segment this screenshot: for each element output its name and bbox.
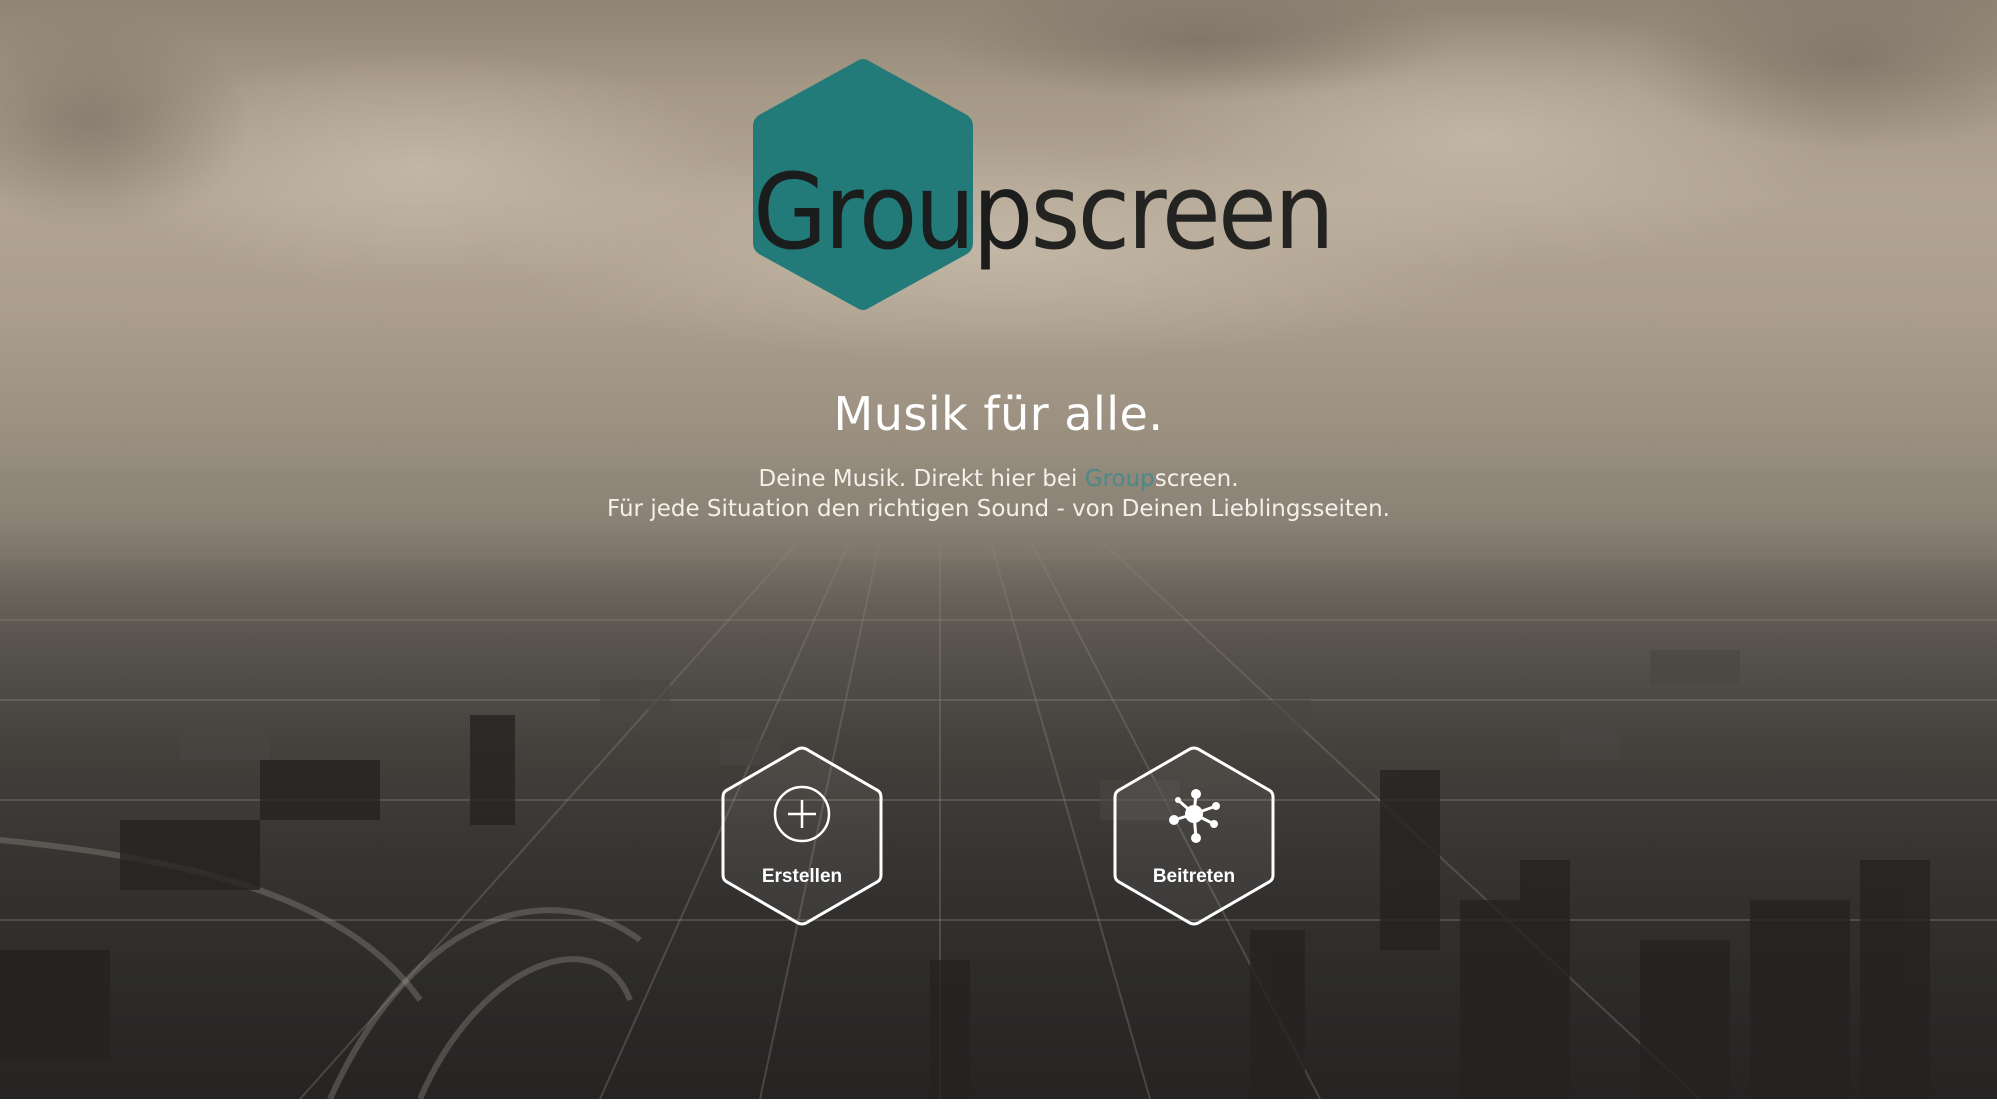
create-button-label: Erstellen <box>761 866 843 887</box>
subline-1-prefix: Deine Musik. Direkt hier bei <box>758 466 1085 492</box>
network-hub-icon <box>1169 789 1220 843</box>
create-button[interactable]: Erstellen <box>717 744 887 928</box>
subline-1-brand-rest: screen. <box>1154 466 1239 492</box>
hero-headline: Musik für alle. <box>833 387 1164 441</box>
join-button-label: Beitreten <box>1152 866 1236 887</box>
join-button[interactable]: Beitreten <box>1109 744 1279 928</box>
hero-subline-2: Für jede Situation den richtigen Sound -… <box>607 496 1390 522</box>
subline-1-brand-accent: Group <box>1084 466 1155 492</box>
hero-subline-1: Deine Musik. Direkt hier bei Groupscreen… <box>0 466 1997 492</box>
logo-wordmark-part1: Group <box>753 151 1033 273</box>
logo-wordmark: Groupscreen <box>753 160 1335 264</box>
groupscreen-logo[interactable]: Groupscreen <box>745 55 1335 315</box>
plus-circle-icon <box>773 785 831 843</box>
hero-background: Groupscreen Musik für alle. Deine Musik.… <box>0 0 1997 1099</box>
logo-wordmark-part2: screen <box>1030 151 1334 273</box>
